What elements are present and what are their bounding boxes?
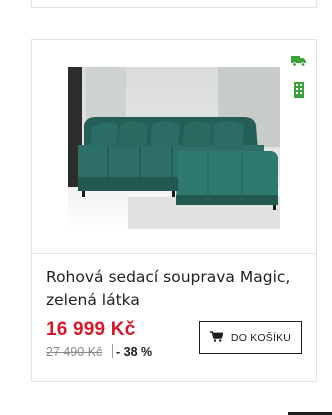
discount-badge: - 38 % [116, 345, 153, 359]
product-image[interactable] [68, 67, 280, 229]
shopping-cart-icon [209, 329, 224, 347]
product-card[interactable]: Rohová sedací souprava Magic, zelená lát… [31, 39, 317, 382]
original-price: 27 490 Kč [46, 345, 103, 359]
product-price: 16 999 Kč [46, 319, 136, 340]
price-separator [112, 344, 113, 358]
add-to-cart-label: DO KOŠÍKU [230, 331, 292, 344]
stock-building-icon [291, 82, 307, 98]
card-divider [32, 253, 316, 254]
delivery-truck-icon [291, 54, 307, 68]
green-corner-sofa-photo [68, 67, 280, 229]
add-to-cart-button[interactable]: DO KOŠÍKU [199, 321, 302, 354]
product-title[interactable]: Rohová sedací souprava Magic, zelená lát… [46, 266, 308, 312]
previous-product-card [31, 0, 317, 8]
